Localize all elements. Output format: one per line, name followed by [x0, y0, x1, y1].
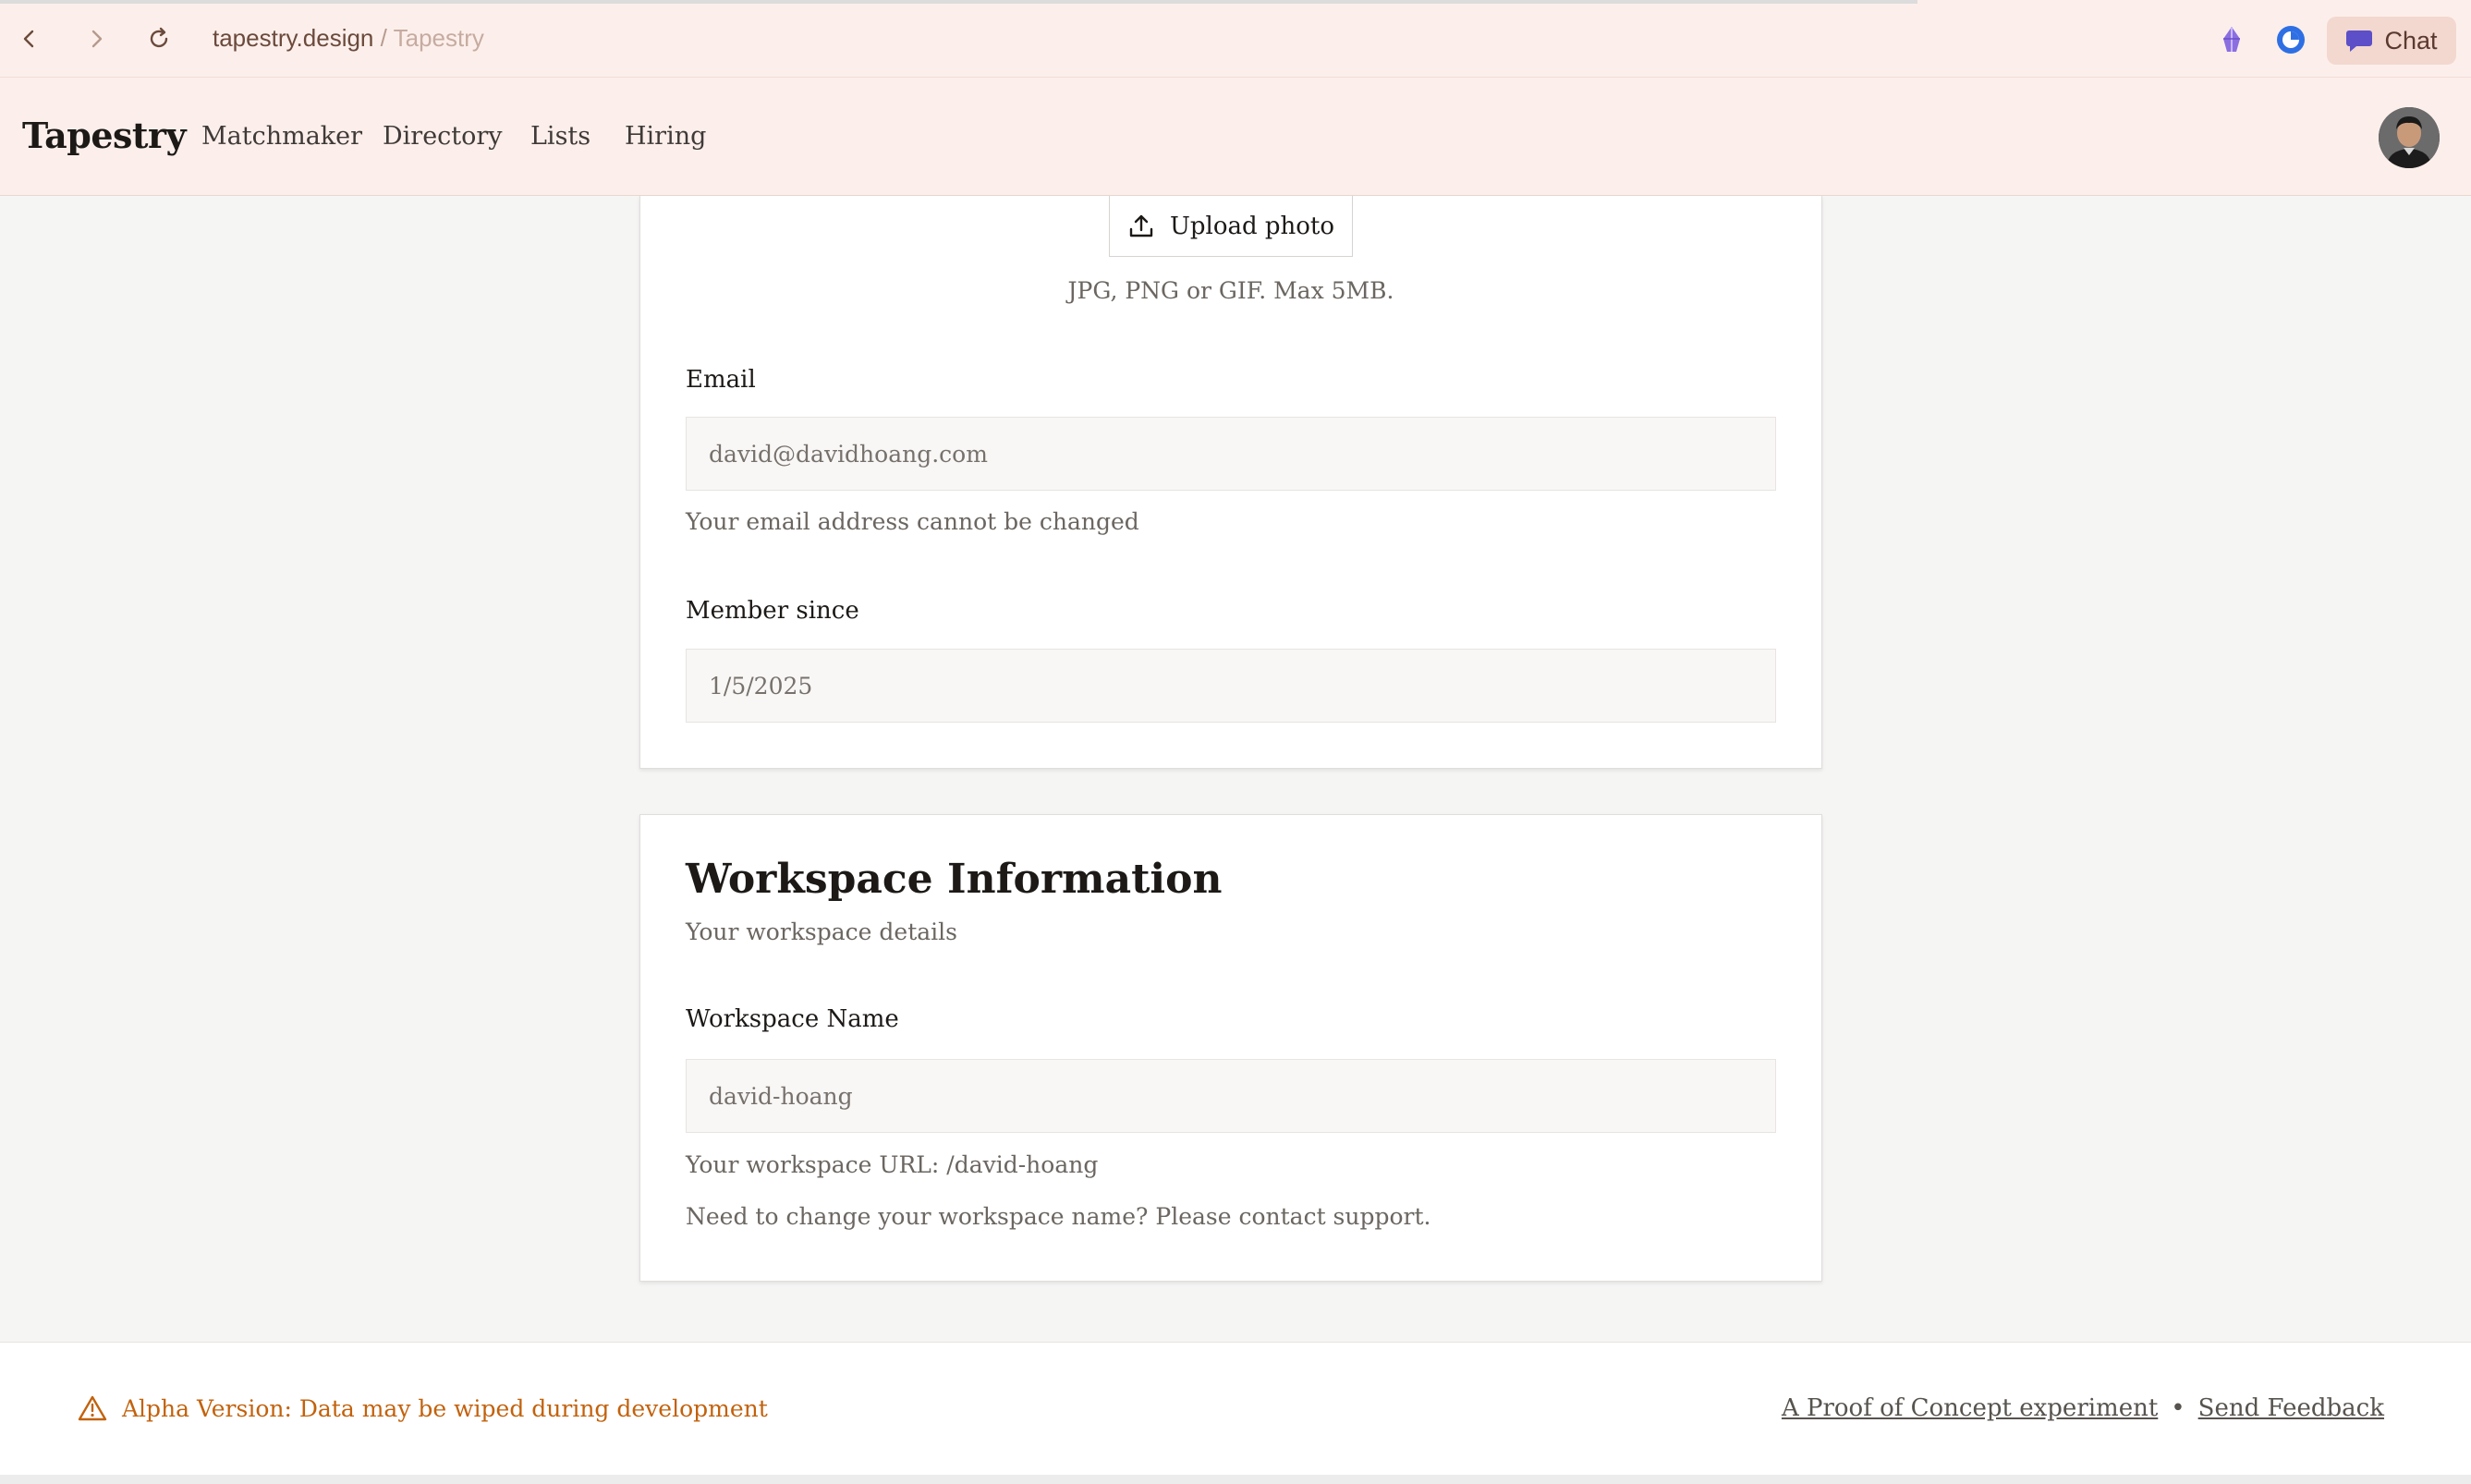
- chat-button[interactable]: Chat: [2327, 17, 2456, 65]
- upload-hint: JPG, PNG or GIF. Max 5MB.: [1067, 277, 1394, 304]
- page-load-indicator: [0, 0, 1917, 4]
- footer-links: A Proof of Concept experiment • Send Fee…: [1782, 1394, 2384, 1422]
- member-since-label: Member since: [686, 597, 859, 625]
- url-separator: /: [380, 24, 387, 52]
- chevron-left-icon: [23, 30, 34, 48]
- proof-of-concept-link[interactable]: A Proof of Concept experiment: [1782, 1394, 2158, 1422]
- upload-icon: [1129, 214, 1153, 237]
- nav-lists[interactable]: Lists: [530, 122, 590, 151]
- alpha-notice-text: Alpha Version: Data may be wiped during …: [122, 1394, 768, 1422]
- nav-matchmaker[interactable]: Matchmaker: [201, 122, 362, 151]
- workspace-title: Workspace Information: [686, 856, 1223, 903]
- nav-directory[interactable]: Directory: [383, 122, 503, 151]
- extension-swirl-icon[interactable]: [2273, 22, 2308, 57]
- email-value: david@davidhoang.com: [709, 440, 988, 468]
- alpha-notice: Alpha Version: Data may be wiped during …: [78, 1394, 768, 1422]
- workspace-name-field: david-hoang: [686, 1059, 1776, 1133]
- address-bar[interactable]: tapestry.design / Tapestry: [213, 24, 484, 53]
- send-feedback-link[interactable]: Send Feedback: [2198, 1394, 2384, 1422]
- reload-icon: [150, 27, 168, 48]
- extension-crystal-icon[interactable]: [2214, 22, 2249, 57]
- chat-label: Chat: [2384, 26, 2438, 55]
- member-since-field: 1/5/2025: [686, 649, 1776, 723]
- chat-bubble-icon: [2346, 30, 2373, 52]
- email-field: david@davidhoang.com: [686, 417, 1776, 491]
- workspace-subtitle: Your workspace details: [686, 918, 957, 945]
- back-button[interactable]: [11, 20, 48, 57]
- workspace-card: Workspace Information Your workspace det…: [639, 814, 1822, 1282]
- workspace-name-label: Workspace Name: [686, 1005, 899, 1033]
- chevron-right-icon: [91, 30, 103, 48]
- warning-icon: [78, 1395, 107, 1421]
- url-page-title: Tapestry: [393, 24, 484, 52]
- email-help: Your email address cannot be changed: [686, 508, 1139, 535]
- workspace-url-help: Your workspace URL: /david-hoang: [686, 1151, 1099, 1178]
- nav-hiring[interactable]: Hiring: [625, 122, 706, 151]
- member-since-value: 1/5/2025: [709, 672, 813, 699]
- window-bottom-edge: [0, 1475, 2471, 1484]
- browser-toolbar: tapestry.design / Tapestry Chat: [0, 0, 2471, 78]
- workspace-name-value: david-hoang: [709, 1082, 853, 1110]
- profile-card: Upload photo JPG, PNG or GIF. Max 5MB. E…: [639, 196, 1822, 769]
- footer: Alpha Version: Data may be wiped during …: [0, 1342, 2471, 1475]
- upload-photo-button[interactable]: Upload photo: [1109, 196, 1353, 257]
- reload-button[interactable]: [140, 20, 177, 57]
- user-avatar[interactable]: [2379, 107, 2440, 168]
- footer-bullet: •: [2171, 1394, 2185, 1422]
- workspace-support-help: Need to change your workspace name? Plea…: [686, 1203, 1431, 1230]
- forward-button[interactable]: [78, 20, 115, 57]
- app-logo[interactable]: Tapestry: [22, 115, 187, 156]
- app-header: Tapestry Matchmaker Directory Lists Hiri…: [0, 78, 2471, 196]
- url-site: tapestry.design: [213, 24, 374, 52]
- email-label: Email: [686, 366, 756, 394]
- upload-photo-label: Upload photo: [1169, 212, 1335, 240]
